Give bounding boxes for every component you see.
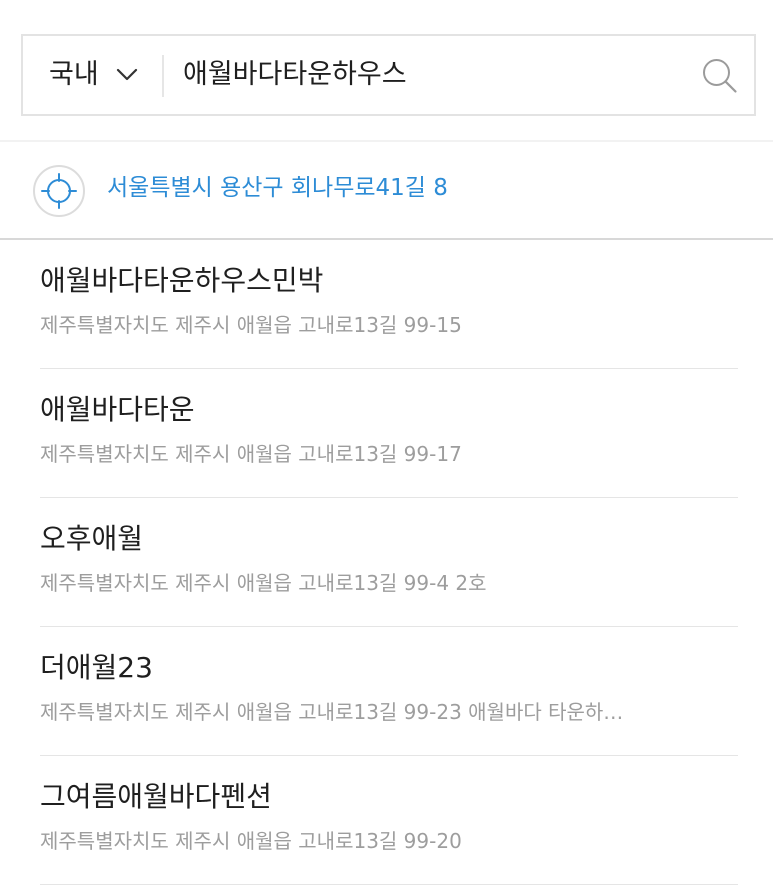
result-address: 제주특별자치도 제주시 애월읍 고내로13길 99-15 [40, 313, 462, 337]
search-icon[interactable] [700, 56, 740, 96]
result-address: 제주특별자치도 제주시 애월읍 고내로13길 99-4 2호 [40, 571, 487, 595]
chevron-down-icon [116, 68, 138, 81]
crosshair-icon [33, 165, 85, 217]
result-item[interactable]: 오후애월 제주특별자치도 제주시 애월읍 고내로13길 99-4 2호 [0, 498, 773, 627]
result-address: 제주특별자치도 제주시 애월읍 고내로13길 99-23 애월바다 타운하… [40, 700, 624, 724]
result-item[interactable]: 애월바다타운 제주특별자치도 제주시 애월읍 고내로13길 99-17 [0, 369, 773, 498]
current-location-address: 서울특별시 용산구 회나무로41길 8 [107, 175, 448, 201]
result-divider [40, 884, 738, 885]
result-address: 제주특별자치도 제주시 애월읍 고내로13길 99-17 [40, 442, 462, 466]
current-location-button[interactable]: 서울특별시 용산구 회나무로41길 8 [0, 142, 773, 238]
result-item[interactable]: 더애월23 제주특별자치도 제주시 애월읍 고내로13길 99-23 애월바다 … [0, 627, 773, 756]
result-title: 더애월23 [40, 651, 153, 684]
result-title: 그여름애월바다펜션 [40, 780, 272, 813]
result-title: 오후애월 [40, 522, 144, 555]
result-address: 제주특별자치도 제주시 애월읍 고내로13길 99-20 [40, 829, 462, 853]
region-select-label: 국내 [49, 59, 99, 90]
search-input[interactable] [183, 52, 683, 98]
result-item[interactable]: 그여름애월바다펜션 제주특별자치도 제주시 애월읍 고내로13길 99-20 [0, 756, 773, 885]
search-page: 국내 서울특별시 용산구 회나무로41길 8 애월바다타운하우스민박 제주특별자 [0, 0, 773, 886]
region-select[interactable]: 국내 [23, 36, 163, 114]
results-list: 애월바다타운하우스민박 제주특별자치도 제주시 애월읍 고내로13길 99-15… [0, 240, 773, 885]
result-title: 애월바다타운하우스민박 [40, 264, 324, 297]
result-title: 애월바다타운 [40, 393, 195, 426]
search-bar: 국내 [21, 34, 756, 116]
search-divider [162, 55, 164, 97]
result-item[interactable]: 애월바다타운하우스민박 제주특별자치도 제주시 애월읍 고내로13길 99-15 [0, 240, 773, 369]
